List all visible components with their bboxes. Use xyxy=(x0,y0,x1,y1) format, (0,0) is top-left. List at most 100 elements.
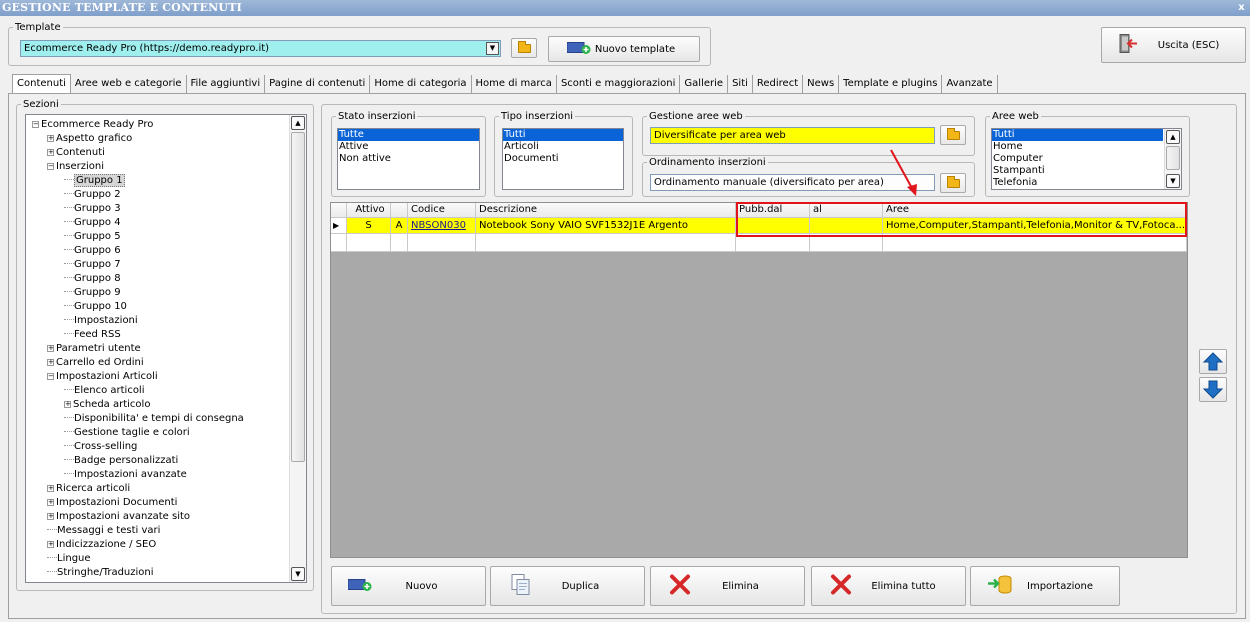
tab-gallerie[interactable]: Gallerie xyxy=(680,75,729,94)
chevron-down-icon[interactable]: ▼ xyxy=(486,42,499,55)
tree-node[interactable]: Gruppo 4 xyxy=(64,216,121,229)
grid-new-row-cell[interactable] xyxy=(347,234,391,252)
grid-cell-attivo[interactable]: S xyxy=(347,218,391,234)
expand-icon[interactable]: + xyxy=(47,485,54,492)
list-item[interactable]: Documenti xyxy=(503,153,623,165)
aree-web-listbox[interactable]: Tutti Home Computer Stampanti Telefonia ▲ ▼ xyxy=(991,128,1182,190)
tree-node[interactable]: Gruppo 9 xyxy=(64,286,121,299)
tree-node[interactable]: Messaggi e testi vari xyxy=(47,524,160,537)
grid-cell-flag[interactable]: A xyxy=(391,218,408,234)
scroll-down-icon[interactable]: ▼ xyxy=(291,567,305,581)
list-item[interactable]: Stampanti xyxy=(992,165,1163,177)
tree-node[interactable]: Elenco articoli xyxy=(64,384,145,397)
collapse-icon[interactable]: − xyxy=(32,121,39,128)
tree-node[interactable]: Gruppo 6 xyxy=(64,244,121,257)
nuovo-button[interactable]: Nuovo xyxy=(331,566,486,606)
tipo-listbox[interactable]: Tutti Articoli Documenti xyxy=(502,128,624,190)
tab-sconti-e-maggiorazioni[interactable]: Sconti e maggiorazioni xyxy=(557,75,681,94)
tab-template-e-plugins[interactable]: Template e plugins xyxy=(839,75,943,94)
tree-node[interactable]: Stringhe/Traduzioni xyxy=(47,566,154,579)
tab-contenuti[interactable]: Contenuti xyxy=(12,74,71,94)
grid-cell-codice[interactable]: NBSON030 xyxy=(408,218,476,234)
expand-icon[interactable]: + xyxy=(47,135,54,142)
tab-siti[interactable]: Siti xyxy=(728,75,753,94)
tree-node[interactable]: Impostazioni avanzate xyxy=(64,468,187,481)
expand-icon[interactable]: + xyxy=(64,401,71,408)
new-template-button[interactable]: Nuovo template xyxy=(548,36,700,62)
list-item[interactable]: Articoli xyxy=(503,141,623,153)
elimina-button[interactable]: Elimina xyxy=(650,566,805,606)
grid-column-header[interactable] xyxy=(391,203,408,218)
collapse-icon[interactable]: − xyxy=(47,163,54,170)
tree-node[interactable]: − Impostazioni Articoli xyxy=(47,370,158,383)
tree-node[interactable]: Gruppo 7 xyxy=(64,258,121,271)
gestione-aree-folder-button[interactable] xyxy=(940,125,966,145)
move-down-button[interactable] xyxy=(1199,377,1227,402)
tree-node[interactable]: Gruppo 5 xyxy=(64,230,121,243)
tab-home-di-categoria[interactable]: Home di categoria xyxy=(370,75,472,94)
exit-button[interactable]: Uscita (ESC) xyxy=(1101,27,1246,63)
grid-new-row-cell[interactable] xyxy=(476,234,736,252)
sections-tree[interactable]: − Ecommerce Ready Pro + Aspetto grafico + Con… xyxy=(25,114,307,583)
expand-icon[interactable]: + xyxy=(47,541,54,548)
scroll-thumb[interactable] xyxy=(1166,146,1180,170)
elimina-tutto-button[interactable]: Elimina tutto xyxy=(811,566,966,606)
tree-node[interactable]: + Indicizzazione / SEO xyxy=(47,538,156,551)
tab-pagine-di-contenuti[interactable]: Pagine di contenuti xyxy=(265,75,371,94)
tab-avanzate[interactable]: Avanzate xyxy=(942,75,998,94)
scroll-up-icon[interactable]: ▲ xyxy=(291,116,305,130)
tree-node[interactable]: − Inserzioni xyxy=(47,160,104,173)
grid-cell-descrizione[interactable]: Notebook Sony VAIO SVF1532J1E Argento xyxy=(476,218,736,234)
importazione-button[interactable]: Importazione xyxy=(970,566,1120,606)
tree-node[interactable]: + Ricerca articoli xyxy=(47,482,130,495)
tree-node[interactable]: Gruppo 8 xyxy=(64,272,121,285)
gestione-aree-field[interactable]: Diversificate per area web xyxy=(650,127,935,144)
template-folder-button[interactable] xyxy=(511,38,537,58)
expand-icon[interactable]: + xyxy=(47,345,54,352)
scroll-down-icon[interactable]: ▼ xyxy=(1166,174,1180,188)
expand-icon[interactable]: + xyxy=(47,359,54,366)
tree-node[interactable]: + Parametri utente xyxy=(47,342,141,355)
tab-redirect[interactable]: Redirect xyxy=(753,75,804,94)
duplica-button[interactable]: Duplica xyxy=(490,566,645,606)
tree-node[interactable]: Impostazioni xyxy=(64,314,138,327)
tree-node[interactable]: + Impostazioni avanzate sito xyxy=(47,510,190,523)
tree-node[interactable]: Feed RSS xyxy=(64,328,121,341)
tree-node[interactable]: Gestione taglie e colori xyxy=(64,426,190,439)
tree-node[interactable]: + Aspetto grafico xyxy=(47,132,132,145)
grid-column-header[interactable]: Attivo xyxy=(347,203,391,218)
list-item[interactable]: Tutti xyxy=(503,129,623,141)
tree-node[interactable]: Cross-selling xyxy=(64,440,137,453)
tab-news[interactable]: News xyxy=(803,75,840,94)
tree-node[interactable]: Gruppo 10 xyxy=(64,300,127,313)
ordinamento-folder-button[interactable] xyxy=(940,173,966,193)
tab-file-aggiuntivi[interactable]: File aggiuntivi xyxy=(187,75,266,94)
list-item[interactable]: Tutte xyxy=(338,129,479,141)
template-select[interactable]: Ecommerce Ready Pro (https://demo.readyp… xyxy=(20,40,501,57)
list-item[interactable]: Telefonia xyxy=(992,177,1163,189)
tree-node[interactable]: + Impostazioni Documenti xyxy=(47,496,177,509)
expand-icon[interactable]: + xyxy=(47,499,54,506)
tab-home-di-marca[interactable]: Home di marca xyxy=(472,75,557,94)
grid-new-row-cell[interactable] xyxy=(391,234,408,252)
grid-column-header[interactable] xyxy=(331,203,347,218)
tree-node[interactable]: Gruppo 2 xyxy=(64,188,121,201)
aree-web-scrollbar[interactable]: ▲ ▼ xyxy=(1164,129,1181,189)
grid-new-row-cell[interactable] xyxy=(331,234,347,252)
tree-node[interactable]: Gruppo 1 xyxy=(64,174,125,187)
tab-aree-web-e-categorie[interactable]: Aree web e categorie xyxy=(71,75,187,94)
inserzioni-grid[interactable]: Attivo Codice Descrizione Pubb.dal al Aree ▶ S A… xyxy=(330,202,1188,558)
tree-node[interactable]: Lingue xyxy=(47,552,91,565)
expand-icon[interactable]: + xyxy=(47,513,54,520)
scroll-up-icon[interactable]: ▲ xyxy=(1166,130,1180,144)
tree-node[interactable]: Badge personalizzati xyxy=(64,454,178,467)
row-selector-icon[interactable]: ▶ xyxy=(331,218,347,234)
tree-node[interactable]: − Ecommerce Ready Pro xyxy=(32,118,153,131)
list-item[interactable]: Non attive xyxy=(338,153,479,165)
collapse-icon[interactable]: − xyxy=(47,373,54,380)
stato-listbox[interactable]: Tutte Attive Non attive xyxy=(337,128,480,190)
tree-node[interactable]: Disponibilita' e tempi di consegna xyxy=(64,412,244,425)
expand-icon[interactable]: + xyxy=(47,149,54,156)
list-item[interactable]: Attive xyxy=(338,141,479,153)
tree-node[interactable]: + Scheda articolo xyxy=(64,398,150,411)
